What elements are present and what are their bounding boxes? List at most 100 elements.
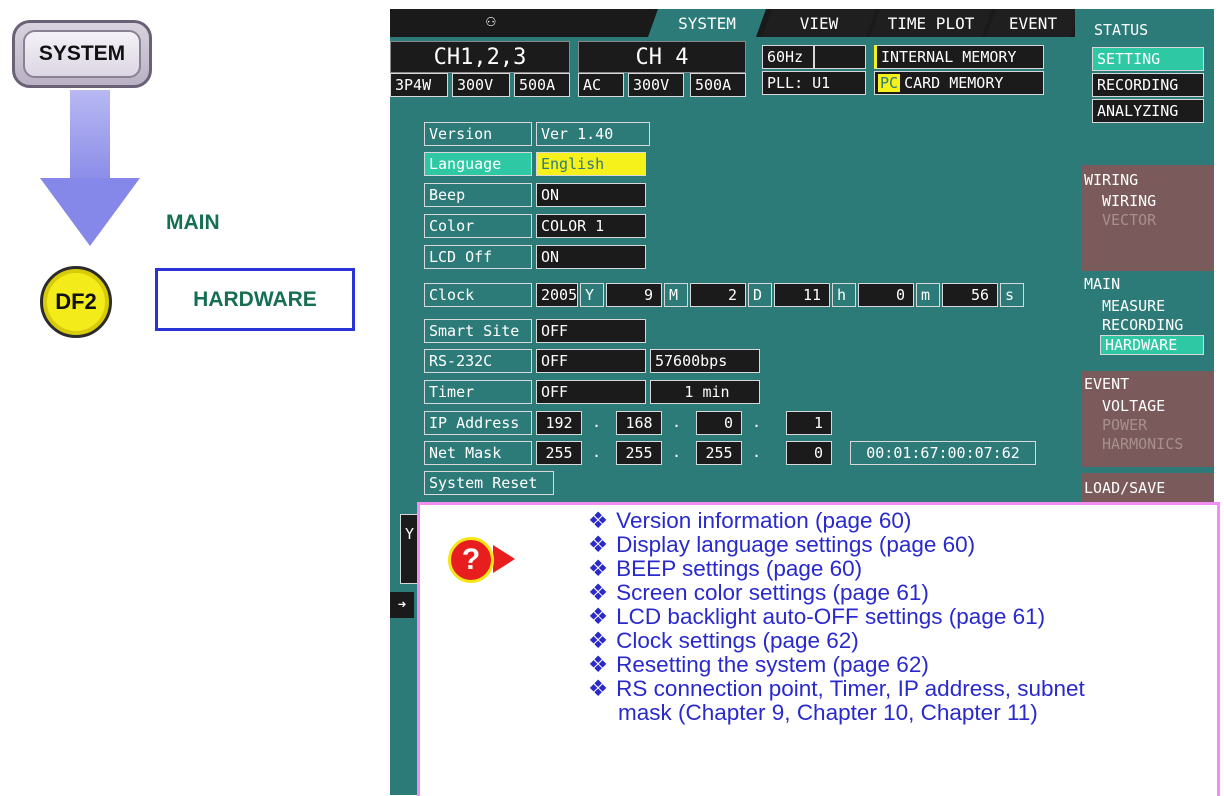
- beep-value[interactable]: ON: [536, 183, 646, 207]
- ip-dot: .: [592, 413, 602, 431]
- bullet-icon: ❖: [588, 604, 609, 629]
- clock-hour[interactable]: 11: [774, 283, 830, 307]
- vector-item[interactable]: VECTOR: [1102, 211, 1156, 229]
- ip-octet-2[interactable]: 168: [616, 411, 662, 435]
- help-item[interactable]: ❖ LCD backlight auto-OFF settings (page 6…: [588, 605, 1085, 629]
- clock-year[interactable]: 2005: [536, 283, 578, 307]
- wiring-item[interactable]: WIRING: [1102, 192, 1156, 210]
- rs232c-value[interactable]: OFF: [536, 349, 646, 373]
- ch123-current: 500A: [514, 73, 570, 97]
- tab-system[interactable]: SYSTEM: [648, 9, 766, 37]
- ch4-voltage: 300V: [628, 73, 684, 97]
- net-mask-label: Net Mask: [424, 441, 532, 465]
- ch123-wiring: 3P4W: [390, 73, 448, 97]
- main-label: MAIN: [166, 211, 220, 234]
- bullet-icon: ❖: [588, 556, 609, 581]
- language-label[interactable]: Language: [424, 152, 532, 176]
- network-icon: ⚇: [486, 11, 496, 30]
- load-save-title: LOAD/SAVE: [1084, 479, 1166, 497]
- frequency-extra: [814, 45, 866, 69]
- bullet-icon: ❖: [588, 532, 609, 557]
- voltage-item[interactable]: VOLTAGE: [1102, 397, 1165, 415]
- harmonics-item[interactable]: HARMONICS: [1102, 435, 1183, 453]
- clock-second[interactable]: 56: [942, 283, 998, 307]
- help-list: ❖ Version information (page 60) ❖ Display …: [588, 509, 1085, 725]
- clock-month[interactable]: 9: [606, 283, 662, 307]
- help-item-text: Display language settings (page 60): [616, 532, 976, 557]
- help-item-text: mask (Chapter 9, Chapter 10, Chapter 11): [618, 700, 1038, 725]
- timer-label: Timer: [424, 380, 532, 404]
- clock-month-unit: M: [664, 283, 688, 307]
- event-title: EVENT: [1084, 375, 1130, 393]
- language-value[interactable]: English: [536, 152, 646, 176]
- frequency-value: 60Hz: [762, 45, 814, 69]
- system-reset-button[interactable]: System Reset: [424, 471, 554, 495]
- clock-day[interactable]: 2: [690, 283, 746, 307]
- help-item[interactable]: ❖ Resetting the system (page 62): [588, 653, 1085, 677]
- mask-octet-2[interactable]: 255: [616, 441, 662, 465]
- measure-item[interactable]: MEASURE: [1102, 297, 1165, 315]
- help-item[interactable]: ❖ Display language settings (page 60): [588, 533, 1085, 557]
- help-item-text: BEEP settings (page 60): [616, 556, 863, 581]
- clock-minute-unit: m: [916, 283, 940, 307]
- internal-memory: INTERNAL MEMORY: [874, 45, 1044, 69]
- down-arrow-head-icon: [40, 178, 140, 246]
- version-label: Version: [424, 122, 532, 146]
- timer-interval[interactable]: 1 min: [650, 380, 760, 404]
- clock-minute[interactable]: 0: [858, 283, 914, 307]
- help-item[interactable]: ❖ Screen color settings (page 61): [588, 581, 1085, 605]
- main-title: MAIN: [1084, 275, 1121, 293]
- help-item[interactable]: ❖ RS connection point, Timer, IP address,…: [588, 677, 1085, 701]
- help-item-text: Screen color settings (page 61): [616, 580, 929, 605]
- color-value[interactable]: COLOR 1: [536, 214, 646, 238]
- help-item-text: RS connection point, Timer, IP address, …: [616, 676, 1085, 701]
- help-arrow-icon: [493, 545, 515, 573]
- lcd-off-label: LCD Off: [424, 245, 532, 269]
- ip-dot: .: [672, 413, 682, 431]
- rs232c-speed[interactable]: 57600bps: [650, 349, 760, 373]
- hardware-item[interactable]: HARDWARE: [1100, 335, 1204, 355]
- help-item[interactable]: ❖ Version information (page 60): [588, 509, 1085, 533]
- help-item[interactable]: ❖ BEEP settings (page 60): [588, 557, 1085, 581]
- ip-octet-4[interactable]: 1: [786, 411, 832, 435]
- tab-event[interactable]: EVENT: [986, 9, 1080, 37]
- recording-item[interactable]: RECORDING: [1102, 316, 1183, 334]
- ch123-label: CH1,2,3: [390, 41, 570, 73]
- status-recording[interactable]: RECORDING: [1092, 73, 1204, 97]
- mask-octet-3[interactable]: 255: [696, 441, 742, 465]
- lcd-off-value[interactable]: ON: [536, 245, 646, 269]
- mac-address: 00:01:67:00:07:62: [850, 441, 1036, 465]
- mask-octet-1[interactable]: 255: [536, 441, 582, 465]
- tab-time-plot[interactable]: TIME PLOT: [870, 9, 992, 37]
- ip-octet-3[interactable]: 0: [696, 411, 742, 435]
- tab-view[interactable]: VIEW: [762, 9, 876, 37]
- rs232c-label: RS-232C: [424, 349, 532, 373]
- status-analyzing[interactable]: ANALYZING: [1092, 99, 1204, 123]
- hardware-label: HARDWARE: [155, 268, 355, 331]
- help-item[interactable]: ❖ Clock settings (page 62): [588, 629, 1085, 653]
- df2-key[interactable]: DF2: [40, 266, 112, 338]
- mask-dot: .: [592, 443, 602, 461]
- down-arrow-icon: [70, 90, 110, 182]
- clock-second-unit: s: [1000, 283, 1024, 307]
- system-key[interactable]: SYSTEM: [12, 20, 152, 88]
- ip-dot: .: [752, 413, 762, 431]
- bullet-icon: ❖: [588, 652, 609, 677]
- mask-octet-4[interactable]: 0: [786, 441, 832, 465]
- timer-value[interactable]: OFF: [536, 380, 646, 404]
- bullet-icon: ❖: [588, 508, 609, 533]
- ch4-current: 500A: [690, 73, 746, 97]
- power-item[interactable]: POWER: [1102, 416, 1147, 434]
- bullet-icon: ❖: [588, 676, 609, 701]
- plug-icon: ➜: [390, 592, 414, 618]
- wiring-title: WIRING: [1084, 171, 1139, 189]
- ch4-label: CH 4: [578, 41, 746, 73]
- ip-address-label: IP Address: [424, 411, 532, 435]
- help-item-text: LCD backlight auto-OFF settings (page 61…: [616, 604, 1046, 629]
- smart-site-value[interactable]: OFF: [536, 319, 646, 343]
- pc-card-memory: PC CARD MEMORY: [874, 71, 1044, 95]
- ip-octet-1[interactable]: 192: [536, 411, 582, 435]
- mask-dot: .: [672, 443, 682, 461]
- version-value: Ver 1.40: [536, 122, 650, 146]
- status-setting[interactable]: SETTING: [1092, 47, 1204, 71]
